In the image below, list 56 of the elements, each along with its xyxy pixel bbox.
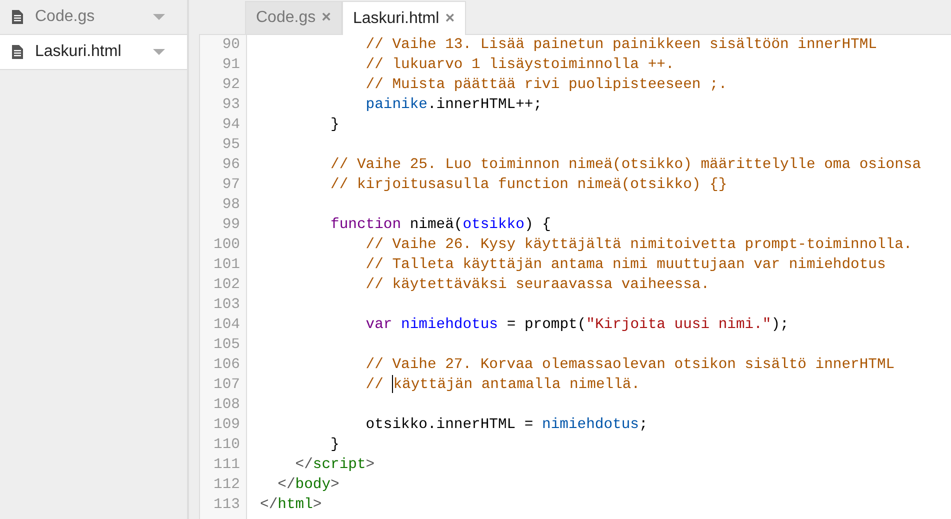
code-line: // käyttäjän antamalla nimellä.	[364, 377, 640, 393]
line-number: 112	[212, 476, 240, 495]
editor-tab[interactable]: Laskuri.html ×	[342, 1, 466, 35]
line-number: 104	[212, 316, 240, 335]
line-number: 96	[221, 156, 240, 175]
code-line: // käytettäväksi seuraavassa vaiheessa.	[364, 277, 710, 293]
code-line: // Vaihe 13. Lisää painetun painikkeen sisältöön innerHTML	[364, 37, 877, 53]
code-line: // Vaihe 25. Luo toiminnon nimeä(otsikko) määrittelylle oma osionsa	[330, 157, 922, 173]
code-line: }	[330, 117, 340, 133]
code-line: </body>	[276, 477, 340, 493]
caret-icon[interactable]	[153, 14, 165, 20]
code-line: // lukuarvo 1 lisäystoiminnolla ++.	[364, 57, 674, 73]
file-name: Code.gs	[35, 8, 96, 26]
line-number: 111	[212, 456, 240, 475]
line-number: 93	[221, 96, 240, 115]
tab-label: Laskuri.html	[352, 10, 440, 28]
code-line: var nimiehdotus = prompt("Kirjoita uusi nimi.");	[364, 317, 789, 333]
code-line: // Vaihe 27. Korvaa olemassaolevan otsikon sisältö innerHTML	[364, 357, 895, 373]
file-name: Laskuri.html	[35, 43, 122, 61]
line-number: 105	[212, 336, 240, 355]
code-line: otsikko.innerHTML = nimiehdotus;	[364, 417, 648, 433]
line-number: 113	[212, 496, 240, 515]
line-number: 107	[212, 376, 240, 395]
code-line: </html>	[260, 497, 322, 513]
line-number: 90	[221, 36, 240, 55]
line-number: 91	[221, 56, 240, 75]
line-number: 99	[221, 216, 240, 235]
line-number: 92	[221, 76, 240, 95]
line-number: 102	[212, 276, 240, 295]
code-line: // Vaihe 26. Kysy käyttäjältä nimitoivetta prompt-toiminnolla.	[364, 237, 912, 253]
line-number: 103	[212, 296, 240, 315]
file-icon	[12, 45, 23, 59]
code-line: // kirjoitusasulla function nimeä(otsikko) {}	[330, 177, 728, 193]
code-line: </script>	[294, 457, 375, 473]
code-line: painike.innerHTML++;	[364, 97, 542, 113]
code-line: // Talleta käyttäjän antama nimi muuttujaan var nimiehdotus	[364, 257, 886, 273]
line-number: 106	[212, 356, 240, 375]
line-number: 98	[221, 196, 240, 215]
line-number: 110	[212, 436, 240, 455]
line-number: 108	[212, 396, 240, 415]
code-line: // Muista päättää rivi puolipisteeseen ;.	[364, 77, 728, 93]
line-number: 109	[212, 416, 240, 435]
caret-icon[interactable]	[153, 49, 165, 55]
code-line: }	[330, 437, 340, 453]
code-line: function nimeä(otsikko) {	[330, 217, 551, 233]
line-number: 95	[221, 136, 240, 155]
line-number: 101	[212, 256, 240, 275]
file-item[interactable]: Laskuri.html	[0, 35, 187, 70]
line-number: 100	[212, 236, 240, 255]
tab-label: Code.gs	[256, 9, 316, 27]
line-number: 97	[221, 176, 240, 195]
editor-tab[interactable]: Code.gs ×	[245, 1, 342, 34]
close-icon[interactable]: ×	[445, 10, 455, 28]
close-icon[interactable]: ×	[322, 9, 331, 27]
file-icon	[12, 10, 23, 24]
line-number: 94	[221, 116, 240, 135]
